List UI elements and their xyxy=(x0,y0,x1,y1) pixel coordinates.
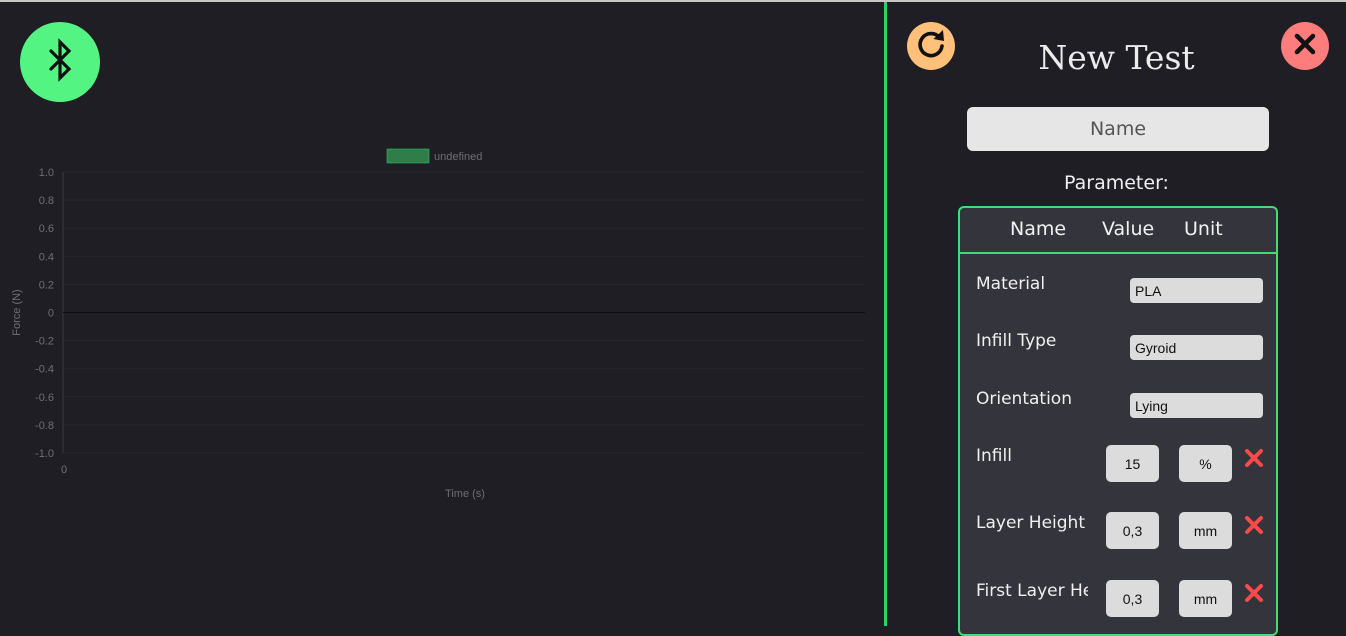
y-tick-label: -0.4 xyxy=(35,364,54,376)
legend-swatch xyxy=(386,148,430,164)
param-unit-input[interactable] xyxy=(1179,580,1232,617)
bluetooth-button[interactable] xyxy=(20,22,100,102)
param-row-infill-type: Infill Type xyxy=(960,325,1276,375)
param-label: First Layer Height xyxy=(976,581,1088,601)
y-tick-label: -0.2 xyxy=(35,336,54,348)
param-label: Material xyxy=(976,274,1046,294)
y-tick-label: 0.8 xyxy=(39,195,54,207)
y-tick-label: 1.0 xyxy=(39,167,54,179)
param-value-input[interactable] xyxy=(1106,445,1159,482)
param-value-input[interactable] xyxy=(1130,278,1263,303)
parameter-table-header: Name Value Unit xyxy=(960,208,1276,254)
y-tick-label: -0.6 xyxy=(35,392,54,404)
delete-x-icon[interactable] xyxy=(1244,583,1264,607)
x-axis-label: Time (s) xyxy=(445,488,485,500)
new-test-panel: New Test Parameter: Name Value Unit Mate… xyxy=(887,2,1346,636)
y-tick-label: 0 xyxy=(48,308,54,320)
y-tick-label: 0.4 xyxy=(39,251,54,263)
chart-svg: 1.0 0.8 0.6 0.4 0.2 0 -0.2 -0.4 -0.6 -0.8 -1.0 0 Tim… xyxy=(11,148,865,500)
param-label: Infill xyxy=(976,446,1012,466)
header-value: Value xyxy=(1102,218,1155,240)
parameter-label: Parameter: xyxy=(1064,172,1169,194)
x-tick-label: 0 xyxy=(61,464,67,476)
param-row-orientation: Orientation xyxy=(960,383,1276,433)
param-label: Infill Type xyxy=(976,331,1057,351)
y-axis-label: Force (N) xyxy=(11,289,23,335)
param-label: Orientation xyxy=(976,389,1072,409)
param-value-input[interactable] xyxy=(1106,512,1159,549)
header-name: Name xyxy=(1010,218,1067,240)
test-name-input[interactable] xyxy=(967,107,1269,151)
force-chart: 1.0 0.8 0.6 0.4 0.2 0 -0.2 -0.4 -0.6 -0.8 -1.0 0 Tim… xyxy=(0,142,885,512)
close-button[interactable] xyxy=(1281,22,1329,70)
param-row-first-layer-height: First Layer Height xyxy=(960,575,1276,631)
close-icon xyxy=(1292,31,1318,61)
header-unit: Unit xyxy=(1184,218,1223,240)
param-row-material: Material xyxy=(960,268,1276,318)
param-unit-input[interactable] xyxy=(1179,445,1232,482)
legend-label: undefined xyxy=(434,151,482,163)
param-unit-input[interactable] xyxy=(1179,512,1232,549)
param-value-input[interactable] xyxy=(1130,335,1263,360)
panel-title: New Test xyxy=(1038,38,1195,77)
param-value-input[interactable] xyxy=(1130,393,1263,418)
param-row-infill: Infill xyxy=(960,440,1276,496)
param-value-input[interactable] xyxy=(1106,580,1159,617)
param-row-layer-height: Layer Height xyxy=(960,507,1276,563)
y-tick-label: -1.0 xyxy=(35,448,54,460)
y-tick-label: -0.8 xyxy=(35,420,54,432)
y-tick-label: 0.2 xyxy=(39,279,54,291)
y-tick-label: 0.6 xyxy=(39,223,54,235)
delete-x-icon[interactable] xyxy=(1244,448,1264,472)
chart-pane: 1.0 0.8 0.6 0.4 0.2 0 -0.2 -0.4 -0.6 -0.8 -1.0 0 Tim… xyxy=(0,2,885,626)
bluetooth-icon xyxy=(40,38,80,86)
parameter-table: Name Value Unit Material Infill Type Ori… xyxy=(958,206,1278,636)
delete-x-icon[interactable] xyxy=(1244,515,1264,539)
param-label: Layer Height xyxy=(976,513,1085,533)
